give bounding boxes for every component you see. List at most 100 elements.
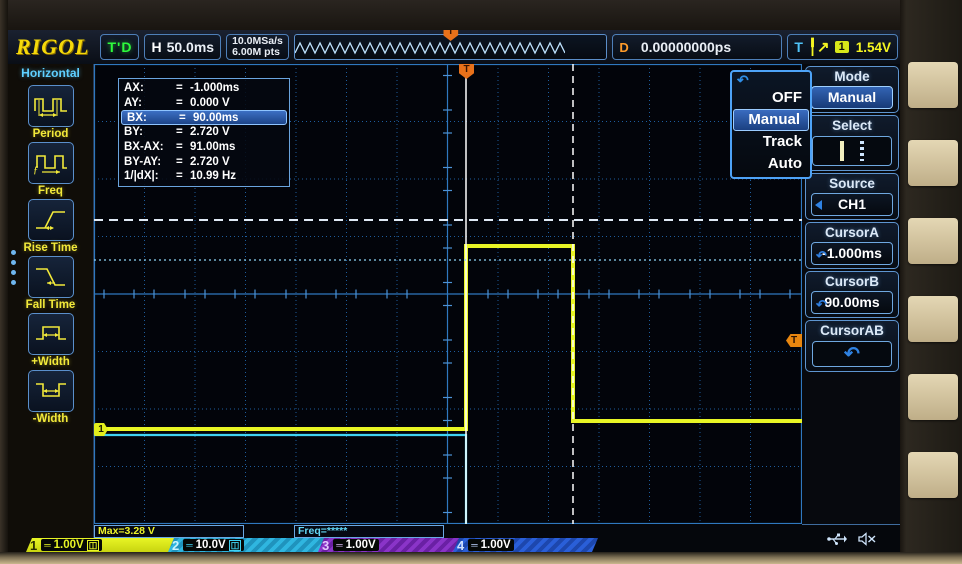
cursor-eq-ay: = — [176, 96, 183, 109]
menu-group-cursor-ab[interactable]: CursorAB ↶ — [805, 320, 899, 372]
menu-value-cursor-a[interactable]: ↶ -1.000ms — [811, 242, 893, 265]
menu-value-mode[interactable]: Manual — [811, 86, 893, 109]
cursor-key-ax: AX: — [124, 82, 144, 95]
mode-option-auto[interactable]: Auto — [732, 153, 810, 175]
sidebar-item-fall-time[interactable]: Fall Time — [8, 256, 93, 311]
solid-cursor-bar-icon — [840, 141, 844, 161]
sidebar-label-freq: Freq — [38, 185, 63, 197]
horizontal-measure-sidebar: Horizontal Period ƒ Freq Rise Time Fall … — [8, 64, 94, 552]
menu-value-source[interactable]: CH1 — [811, 193, 893, 216]
channel-3-volts: 1.00V — [345, 539, 376, 551]
sidebar-item-positive-width[interactable]: +Width — [8, 313, 93, 368]
sidebar-item-freq[interactable]: ƒ Freq — [8, 142, 93, 197]
cursor-a-text: -1.000ms — [822, 245, 882, 261]
soft-key-1[interactable] — [908, 62, 958, 108]
cursor-value-ay: 0.000 V — [190, 96, 230, 109]
menu-group-cursor-a[interactable]: CursorA ↶ -1.000ms — [805, 222, 899, 269]
cursor-value-by: 2.720 V — [190, 126, 230, 139]
cursor-value-bx: 90.00ms — [193, 111, 239, 124]
mode-option-manual[interactable]: Manual — [733, 109, 809, 131]
channel-2[interactable]: 2 ═ 10.0V ◫ — [168, 538, 328, 552]
channel-2-volts: 10.0V — [195, 539, 226, 551]
soft-key-6[interactable] — [908, 452, 958, 498]
menu-group-select[interactable]: Select — [805, 115, 899, 171]
rigol-logo: RIGOL — [16, 34, 90, 59]
measurement-ch2-freq[interactable]: Freq=***** — [294, 524, 444, 538]
cursor-row-inv-dx[interactable]: 1/|dX|: = 10.99 Hz — [119, 169, 289, 184]
menu-title-select: Select — [832, 118, 872, 133]
bezel-bottom — [0, 552, 962, 564]
rising-edge-icon: ╿↗ — [807, 39, 830, 56]
cursor-key-ay: AY: — [124, 96, 142, 109]
negative-width-icon — [27, 370, 74, 412]
waveform-graticule[interactable]: AX: = -1.000ms AY: = 0.000 V BX: = 90.00… — [94, 64, 802, 524]
menu-title-cursor-ab: CursorAB — [820, 323, 884, 338]
soft-key-2[interactable] — [908, 140, 958, 186]
mode-option-track[interactable]: Track — [732, 131, 810, 153]
menu-value-cursor-ab[interactable]: ↶ — [812, 341, 892, 367]
horizontal-value: 50.0ms — [166, 39, 215, 55]
cursor-b-text: 90.00ms — [824, 294, 880, 310]
sidebar-title: Horizontal — [21, 66, 80, 80]
soft-key-4[interactable] — [908, 296, 958, 342]
sidebar-label-negative-width: -Width — [32, 413, 69, 425]
sidebar-item-period[interactable]: Period — [8, 85, 93, 140]
cursor-row-ay[interactable]: AY: = 0.000 V — [119, 96, 289, 111]
sidebar-item-negative-width[interactable]: -Width — [8, 370, 93, 425]
sample-rate-box[interactable]: 10.0MSa/s 6.00M pts — [226, 34, 289, 60]
rise-time-icon — [27, 199, 74, 241]
menu-value-select[interactable] — [812, 136, 892, 166]
channel-4[interactable]: 4 ═ 1.00V — [453, 538, 598, 552]
scroll-dots-indicator — [11, 250, 16, 290]
oscilloscope-device: RIGOL T'D H 50.0ms 10.0MSa/s 6.00M pts T — [0, 0, 962, 564]
mode-option-off[interactable]: OFF — [732, 87, 810, 109]
horizontal-scale-box[interactable]: H 50.0ms — [144, 34, 222, 60]
sidebar-label-positive-width: +Width — [31, 356, 70, 368]
cursor-row-bx-ax[interactable]: BX-AX: = 91.00ms — [119, 140, 289, 155]
cursor-key-by: BY: — [124, 126, 143, 139]
trigger-info-box[interactable]: T ╿↗ 1 1.54V — [787, 34, 898, 60]
cursor-value-by-ay: 2.720 V — [190, 155, 230, 168]
menu-group-mode[interactable]: Mode Manual — [805, 66, 899, 113]
soft-key-3[interactable] — [908, 218, 958, 264]
measurement-ch1-max[interactable]: Max=3.28 V — [94, 524, 244, 538]
top-status-bar: RIGOL T'D H 50.0ms 10.0MSa/s 6.00M pts T — [8, 30, 902, 64]
channel-status-bar: 1 ═ 1.00V ◫ 2 ═ 10.0V ◫ 3 ═ 1.00V 4 ═ 1.… — [8, 538, 902, 552]
oscilloscope-screen: RIGOL T'D H 50.0ms 10.0MSa/s 6.00M pts T — [8, 30, 902, 552]
delay-icon: D — [619, 39, 629, 55]
sidebar-label-fall-time: Fall Time — [25, 299, 76, 311]
cursor-eq-bx-ax: = — [176, 141, 183, 154]
cursor-row-by-ay[interactable]: BY-AY: = 2.720 V — [119, 154, 289, 169]
menu-value-cursor-b[interactable]: ↶ 90.00ms — [811, 291, 893, 314]
trigger-status-box[interactable]: T'D — [100, 34, 140, 60]
horizontal-label: H — [151, 39, 162, 55]
dashed-cursor-bar-icon — [860, 141, 864, 161]
menu-group-cursor-b[interactable]: CursorB ↶ 90.00ms — [805, 271, 899, 318]
cursor-menu-panel: Mode Manual Select Source CH1 CursorA ↶ … — [802, 64, 902, 524]
cursor-key-by-ay: BY-AY: — [124, 155, 162, 168]
dc-coupling-icon-3: ═ — [336, 540, 343, 550]
cursor-row-by[interactable]: BY: = 2.720 V — [119, 125, 289, 140]
trigger-status-label: T'D — [107, 39, 133, 55]
cursor-row-bx[interactable]: BX: = 90.00ms — [121, 110, 287, 126]
cursor-row-ax[interactable]: AX: = -1.000ms — [119, 81, 289, 96]
cursor-readout-box[interactable]: AX: = -1.000ms AY: = 0.000 V BX: = 90.00… — [118, 78, 290, 187]
cursor-eq-bx: = — [179, 111, 186, 124]
mode-dropdown[interactable]: ↶ OFF Manual Track Auto — [730, 70, 812, 179]
channel-3[interactable]: 3 ═ 1.00V — [318, 538, 463, 552]
channel-1[interactable]: 1 ═ 1.00V ◫ — [26, 538, 178, 552]
positive-width-icon — [27, 313, 74, 355]
sidebar-item-rise-time[interactable]: Rise Time — [8, 199, 93, 254]
menu-title-source: Source — [829, 176, 875, 191]
memory-depth-value: 6.00M pts — [232, 46, 280, 58]
cursor-value-ax: -1.000ms — [190, 82, 240, 95]
menu-group-source[interactable]: Source CH1 — [805, 173, 899, 220]
waveform-overview[interactable]: T — [293, 30, 608, 60]
delay-box[interactable]: D 0.00000000ps — [612, 34, 783, 60]
source-text: CH1 — [837, 196, 866, 212]
dc-coupling-icon-2: ═ — [186, 540, 193, 550]
delay-value: 0.00000000ps — [640, 39, 732, 55]
period-icon — [27, 85, 74, 127]
soft-key-5[interactable] — [908, 374, 958, 420]
cursor-eq-by-ay: = — [176, 155, 183, 168]
